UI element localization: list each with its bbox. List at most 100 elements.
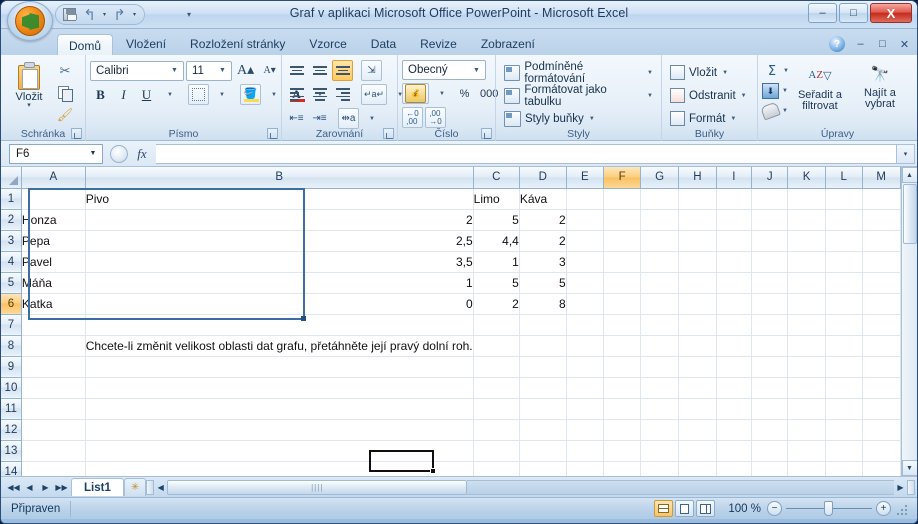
cell-J14[interactable]: [751, 461, 789, 476]
cell-K6[interactable]: [787, 293, 826, 315]
paste-dropdown-arrow[interactable]: ▾: [27, 102, 31, 109]
column-header-A[interactable]: A: [21, 167, 86, 189]
insert-sheet-button[interactable]: ✳: [123, 478, 147, 496]
bold-button[interactable]: B: [90, 84, 111, 105]
cell-B12[interactable]: [85, 419, 474, 441]
vertical-scroll-thumb[interactable]: [902, 184, 917, 244]
cell-D10[interactable]: [519, 377, 567, 399]
select-all-button[interactable]: [1, 167, 22, 189]
find-select-button[interactable]: 🔭 Najít a vybrat: [851, 60, 909, 110]
column-header-H[interactable]: H: [678, 167, 717, 189]
merge-center-dropdown[interactable]: ▼: [361, 108, 382, 129]
column-header-M[interactable]: M: [862, 167, 901, 189]
cell-I7[interactable]: [716, 314, 753, 336]
cell-I6[interactable]: [716, 293, 753, 315]
row-header-9[interactable]: 9: [1, 356, 22, 378]
cell-F7[interactable]: [603, 314, 642, 336]
row-header-4[interactable]: 4: [1, 251, 22, 273]
formula-input[interactable]: [156, 143, 897, 164]
cell-H9[interactable]: [678, 356, 717, 378]
cell-C1[interactable]: Limo: [473, 188, 520, 210]
cell-B10[interactable]: [85, 377, 474, 399]
cell-J11[interactable]: [751, 398, 789, 420]
cell-G8[interactable]: [640, 335, 680, 357]
cell-J8[interactable]: [751, 335, 789, 357]
cell-H3[interactable]: [678, 230, 717, 252]
scrollbar-split-handle-right[interactable]: [907, 479, 915, 495]
cell-D12[interactable]: [519, 419, 567, 441]
cell-A8[interactable]: [21, 335, 86, 357]
row-header-14[interactable]: 14: [1, 461, 22, 476]
cell-B9[interactable]: [85, 356, 474, 378]
cell-E3[interactable]: [566, 230, 605, 252]
cell-H10[interactable]: [678, 377, 717, 399]
cell-A7[interactable]: [21, 314, 86, 336]
conditional-formatting-button[interactable]: Podmíněné formátování ▼: [500, 61, 657, 85]
format-cells-button[interactable]: Formát ▼: [666, 107, 740, 130]
resize-grip-icon[interactable]: [897, 503, 909, 515]
cell-L9[interactable]: [825, 356, 863, 378]
cell-C10[interactable]: [473, 377, 520, 399]
zoom-level[interactable]: 100 %: [721, 503, 761, 515]
cell-J10[interactable]: [751, 377, 789, 399]
row-header-2[interactable]: 2: [1, 209, 22, 231]
cell-H2[interactable]: [678, 209, 717, 231]
document-close-button[interactable]: ✕: [898, 38, 911, 51]
sort-filter-button[interactable]: A Z ▽ Seřadit a filtrovat: [789, 60, 851, 112]
cell-E5[interactable]: [566, 272, 605, 294]
clipboard-dialog-launcher[interactable]: [71, 128, 82, 139]
row-header-5[interactable]: 5: [1, 272, 22, 294]
view-page-break-button[interactable]: [696, 500, 715, 517]
cell-I14[interactable]: [716, 461, 753, 476]
row-header-3[interactable]: 3: [1, 230, 22, 252]
cell-E12[interactable]: [566, 419, 605, 441]
decrease-indent-button[interactable]: ⇤≡: [286, 108, 307, 129]
cell-H6[interactable]: [678, 293, 717, 315]
cell-M10[interactable]: [862, 377, 901, 399]
cell-C4[interactable]: 1: [473, 251, 520, 273]
cell-G9[interactable]: [640, 356, 680, 378]
tab-insert[interactable]: Vložení: [115, 33, 177, 55]
delete-cells-button[interactable]: Odstranit ▼: [666, 84, 751, 107]
font-name-combo[interactable]: Calibri ▼: [90, 60, 184, 81]
font-dialog-launcher[interactable]: [267, 128, 278, 139]
cell-A2[interactable]: Honza: [21, 209, 86, 231]
cell-H8[interactable]: [678, 335, 717, 357]
cell-I11[interactable]: [716, 398, 753, 420]
cell-D2[interactable]: 2: [519, 209, 567, 231]
cell-styles-button[interactable]: Styly buňky ▼: [500, 107, 599, 130]
cell-D7[interactable]: [519, 314, 567, 336]
cell-H5[interactable]: [678, 272, 717, 294]
insert-cells-button[interactable]: Vložit ▼: [666, 61, 732, 84]
cell-C8[interactable]: [473, 335, 520, 357]
tab-page-layout[interactable]: Rozložení stránky: [179, 33, 296, 55]
cell-L4[interactable]: [825, 251, 863, 273]
cell-M9[interactable]: [862, 356, 901, 378]
cell-I10[interactable]: [716, 377, 753, 399]
cell-J7[interactable]: [751, 314, 789, 336]
tab-view[interactable]: Zobrazení: [470, 33, 546, 55]
scroll-left-button[interactable]: ◀: [154, 480, 167, 494]
cell-H1[interactable]: [678, 188, 717, 210]
cell-M2[interactable]: [862, 209, 901, 231]
cell-B5[interactable]: 1: [85, 272, 474, 294]
cell-C11[interactable]: [473, 398, 520, 420]
cell-C5[interactable]: 5: [473, 272, 520, 294]
cell-M7[interactable]: [862, 314, 901, 336]
first-sheet-button[interactable]: ◀◀: [7, 480, 20, 494]
zoom-slider[interactable]: − +: [767, 501, 891, 516]
cell-E10[interactable]: [566, 377, 605, 399]
cell-A10[interactable]: [21, 377, 86, 399]
cell-E13[interactable]: [566, 440, 605, 462]
cell-I2[interactable]: [716, 209, 753, 231]
cell-G11[interactable]: [640, 398, 680, 420]
tab-review[interactable]: Revize: [409, 33, 468, 55]
align-center-button[interactable]: [309, 84, 330, 105]
cell-M8[interactable]: [862, 335, 901, 357]
cell-K9[interactable]: [787, 356, 826, 378]
cell-E11[interactable]: [566, 398, 605, 420]
cell-F3[interactable]: [603, 230, 642, 252]
align-bottom-button[interactable]: [332, 60, 353, 81]
cell-M1[interactable]: [862, 188, 901, 210]
cell-F4[interactable]: [603, 251, 642, 273]
